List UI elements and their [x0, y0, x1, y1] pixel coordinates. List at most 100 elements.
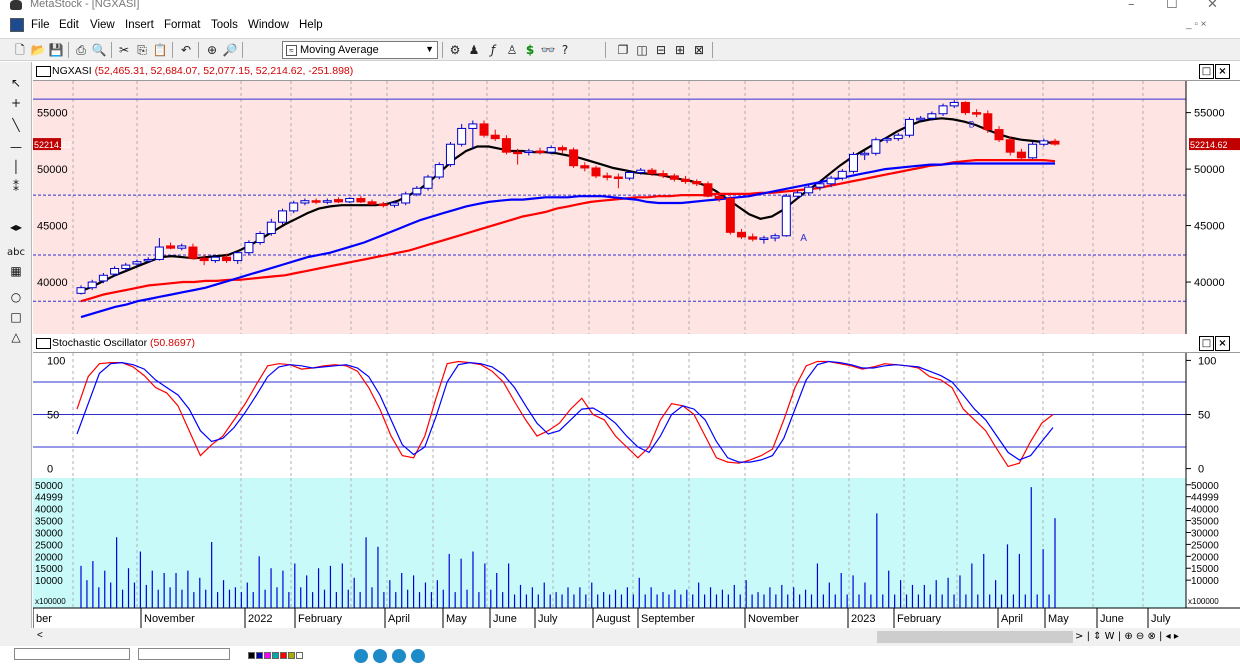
- zoom-in-icon[interactable]: ⊕: [1124, 631, 1132, 642]
- copy-icon[interactable]: ⎘: [134, 42, 150, 58]
- color-swatch[interactable]: [288, 652, 295, 659]
- minimize-button[interactable]: –: [1128, 0, 1135, 12]
- cascade-icon[interactable]: ❐: [615, 42, 631, 58]
- candle-body: [983, 113, 993, 131]
- system-tester-icon[interactable]: ♙: [504, 42, 520, 58]
- candle-body: [479, 123, 489, 136]
- indicator-combo[interactable]: ≈ Moving Average ▼: [282, 41, 438, 59]
- zoom-icon[interactable]: 🔎: [222, 42, 238, 58]
- y-tick-label-right: 45000: [1194, 221, 1225, 233]
- stochastic-panel-buttons: □ ×: [1198, 336, 1230, 351]
- status-combo-2[interactable]: [138, 648, 230, 660]
- candle-body: [580, 165, 590, 169]
- scroll-thumb[interactable]: [877, 631, 1073, 643]
- x-axis-label: November: [748, 613, 799, 625]
- bubble-icon[interactable]: [354, 649, 368, 663]
- windows-icon[interactable]: ⊠: [691, 42, 707, 58]
- print-icon[interactable]: ⎙: [73, 42, 89, 58]
- tile-grid-icon[interactable]: ⊞: [672, 42, 688, 58]
- candle-body: [569, 149, 579, 167]
- menu-edit[interactable]: Edit: [59, 19, 79, 31]
- volume-scale-label-right: x100000: [1188, 597, 1219, 606]
- cut-icon[interactable]: ✂: [116, 42, 132, 58]
- undo-icon[interactable]: ↶: [178, 42, 194, 58]
- ellipse-icon[interactable]: ○: [7, 288, 25, 306]
- color-swatch[interactable]: [248, 652, 255, 659]
- periodicity-icon[interactable]: ⇕ W: [1093, 631, 1114, 642]
- color-swatch[interactable]: [264, 652, 271, 659]
- new-file-icon[interactable]: 🗋: [12, 42, 28, 58]
- triangle-icon[interactable]: △: [7, 328, 25, 346]
- text-tool-icon[interactable]: abc: [7, 244, 25, 262]
- menu-file[interactable]: File: [31, 19, 50, 31]
- formula-icon[interactable]: ƒ: [485, 42, 501, 58]
- last-value-label-left: 52214.62: [34, 140, 72, 150]
- menu-tools[interactable]: Tools: [211, 19, 238, 31]
- candle-body: [725, 197, 735, 233]
- horizontal-line-icon[interactable]: —: [7, 138, 25, 156]
- close-button[interactable]: ✕: [1207, 0, 1218, 12]
- close-button[interactable]: ×: [1215, 336, 1230, 351]
- navigation-controls[interactable]: > | ⇕ W | ⊕ ⊖ ⊗ | ◂ ▸: [1075, 631, 1179, 642]
- trendline-icon[interactable]: ╲: [7, 116, 25, 134]
- bubble-icon[interactable]: [373, 649, 387, 663]
- color-palette[interactable]: [248, 650, 304, 662]
- price-chart[interactable]: 40000 40000 45000 45000 50000 50000 55000 55000…: [33, 81, 1240, 334]
- candle-body: [389, 202, 399, 206]
- volume-plot-background: [33, 478, 1186, 608]
- print-preview-icon[interactable]: 🔍: [91, 42, 107, 58]
- save-icon[interactable]: 💾: [48, 42, 64, 58]
- paste-icon[interactable]: 📋: [152, 42, 168, 58]
- next-icon[interactable]: ▸: [1174, 631, 1179, 642]
- restore-button[interactable]: □: [1199, 336, 1214, 351]
- chevron-down-icon[interactable]: ▼: [425, 44, 434, 54]
- color-swatch[interactable]: [272, 652, 279, 659]
- open-folder-icon[interactable]: 📂: [30, 42, 46, 58]
- zoom-fit-icon[interactable]: ⊗: [1147, 631, 1155, 642]
- menu-view[interactable]: View: [90, 19, 115, 31]
- price-chart-panel[interactable]: NGXASI (52,465.31, 52,684.07, 52,077.15,…: [33, 62, 1240, 334]
- horizontal-scrollbar[interactable]: <: [33, 630, 1073, 644]
- cycle-icon[interactable]: ◂▸: [7, 218, 25, 236]
- volume-tick-label-left: 40000: [35, 505, 63, 516]
- document-icon[interactable]: [10, 18, 24, 32]
- volume-panel[interactable]: 10000 10000 15000 15000 20000 20000 25000 25000…: [33, 478, 1240, 628]
- color-swatch[interactable]: [256, 652, 263, 659]
- maximize-button[interactable]: ☐: [1166, 0, 1178, 12]
- vertical-line-icon[interactable]: │: [7, 158, 25, 176]
- grid-tool-icon[interactable]: ▦: [7, 262, 25, 280]
- scroll-left-icon[interactable]: <: [37, 630, 43, 641]
- menu-format[interactable]: Format: [164, 19, 200, 31]
- bubble-icon[interactable]: [392, 649, 406, 663]
- mdi-window-controls[interactable]: _ ▫ ×: [1186, 19, 1207, 30]
- pointer-icon[interactable]: ↖: [7, 74, 25, 92]
- menu-window[interactable]: Window: [248, 19, 289, 31]
- close-button[interactable]: ×: [1215, 64, 1230, 79]
- crosshair-icon[interactable]: ⊕: [204, 42, 220, 58]
- stochastic-chart[interactable]: 0 0 50 50 100 100: [33, 353, 1240, 478]
- indicator-icon[interactable]: ⚙: [447, 42, 463, 58]
- rectangle-icon[interactable]: □: [7, 308, 25, 326]
- candle-body: [837, 170, 847, 179]
- color-swatch[interactable]: [280, 652, 287, 659]
- zoom-out-icon[interactable]: ⊖: [1136, 631, 1144, 642]
- restore-button[interactable]: □: [1199, 64, 1214, 79]
- fibonacci-icon[interactable]: ⁑: [7, 178, 25, 196]
- volume-tick-label-left: 30000: [35, 528, 63, 539]
- status-combo-1[interactable]: [14, 648, 130, 660]
- menu-insert[interactable]: Insert: [125, 19, 154, 31]
- crosshair-tool-icon[interactable]: +: [7, 94, 25, 112]
- explorer-icon[interactable]: 👓: [540, 42, 556, 58]
- menu-help[interactable]: Help: [299, 19, 323, 31]
- color-swatch[interactable]: [296, 652, 303, 659]
- expert-icon[interactable]: ♟: [466, 42, 482, 58]
- dollar-icon[interactable]: $: [522, 42, 538, 58]
- stochastic-panel[interactable]: Stochastic Oscillator (50.8697) □ × 0 0 50 5…: [33, 334, 1240, 478]
- help-pointer-icon[interactable]: ?: [557, 42, 573, 58]
- bubble-icon[interactable]: [411, 649, 425, 663]
- scroll-right-icon[interactable]: >: [1075, 631, 1083, 642]
- tile-horizontal-icon[interactable]: ⊟: [653, 42, 669, 58]
- volume-chart[interactable]: 1000010000150001500020000200002500025000…: [33, 478, 1240, 628]
- tile-vertical-icon[interactable]: ◫: [634, 42, 650, 58]
- prev-icon[interactable]: ◂: [1166, 631, 1171, 642]
